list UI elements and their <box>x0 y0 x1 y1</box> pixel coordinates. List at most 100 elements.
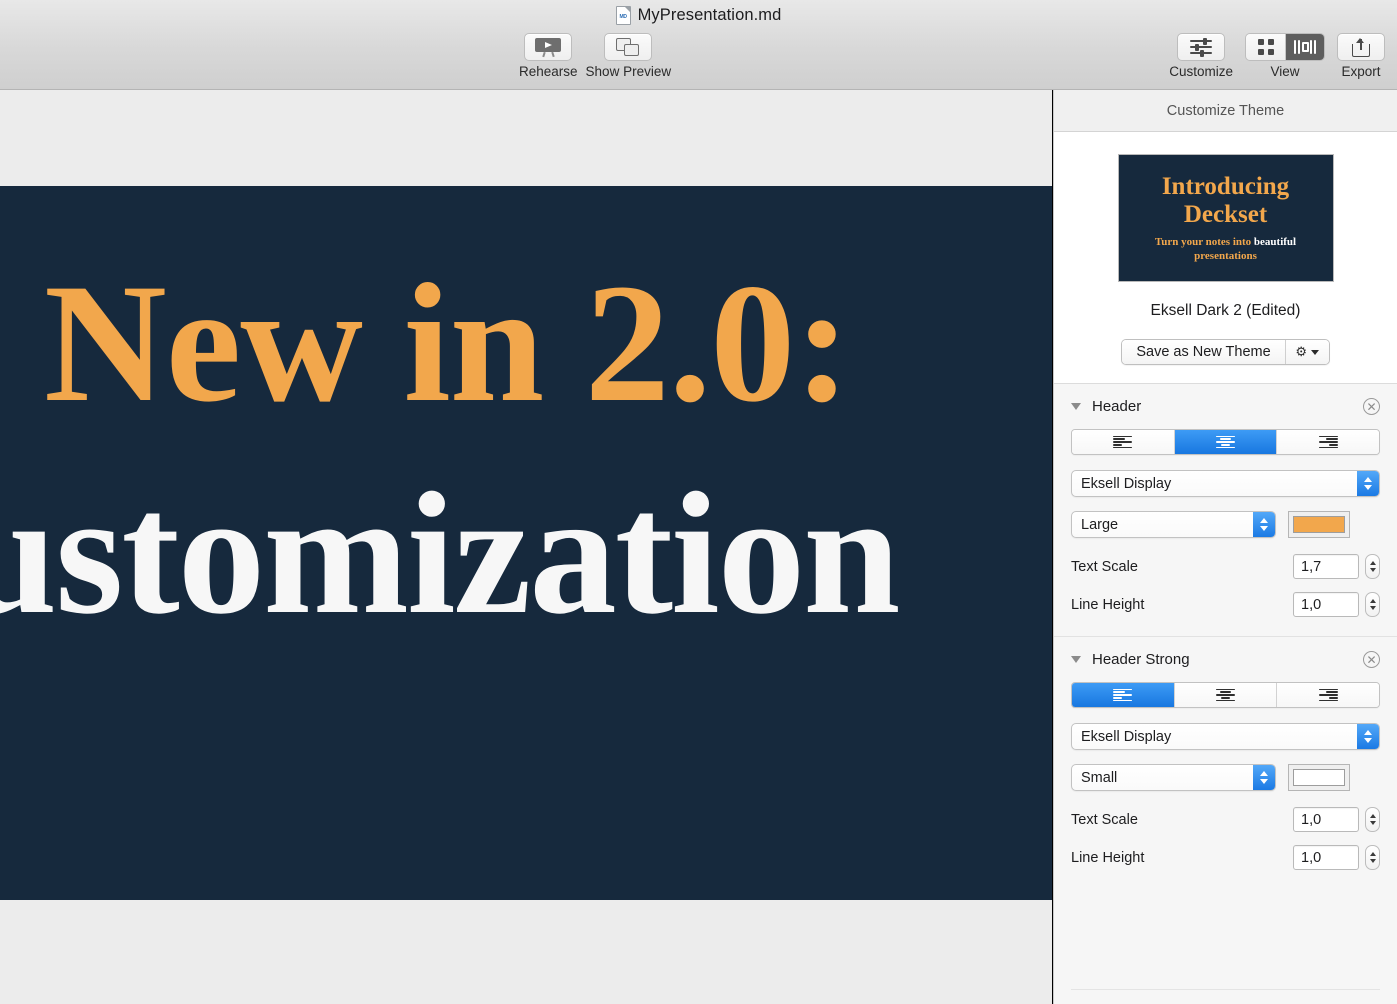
view-segment-slide[interactable] <box>1285 34 1324 60</box>
share-export-icon <box>1352 37 1370 57</box>
header-size-dropdown[interactable]: Large <box>1071 511 1276 538</box>
theme-thumbnail[interactable]: Introducing Deckset Turn your notes into… <box>1118 154 1334 282</box>
header-strong-alignment-control[interactable] <box>1071 682 1380 708</box>
header-line-height-input[interactable]: 1,0 <box>1293 592 1359 617</box>
theme-thumbnail-title: Introducing Deckset <box>1129 173 1323 229</box>
theme-options-button[interactable]: ⚙ <box>1285 340 1329 364</box>
title-bar: MD MyPresentation.md Rehearse <box>0 0 1397 90</box>
rehearse-button-face[interactable] <box>524 33 572 61</box>
align-center-button[interactable] <box>1174 430 1277 454</box>
rehearse-button-label: Rehearse <box>519 64 578 79</box>
header-strong-text-scale-row: Text Scale 1,0 <box>1071 807 1380 832</box>
header-text-scale-input[interactable]: 1,7 <box>1293 554 1359 579</box>
document-title-row: MD MyPresentation.md <box>0 6 1397 25</box>
header-line-height-stepper[interactable] <box>1365 592 1380 617</box>
align-center-button[interactable] <box>1174 683 1277 707</box>
align-right-button[interactable] <box>1276 430 1379 454</box>
theme-action-group: Save as New Theme ⚙ <box>1121 339 1329 365</box>
section-header-strong-title: Header Strong <box>1092 651 1190 668</box>
chevron-updown-icon[interactable] <box>1253 765 1275 790</box>
header-font-row: Eksell Display <box>1071 470 1380 497</box>
header-color-swatch[interactable] <box>1288 511 1350 538</box>
header-strong-font-row: Eksell Display <box>1071 723 1380 750</box>
align-left-button[interactable] <box>1072 683 1174 707</box>
align-right-button[interactable] <box>1276 683 1379 707</box>
app-window: MD MyPresentation.md Rehearse <box>0 0 1397 1004</box>
theme-summary: Introducing Deckset Turn your notes into… <box>1054 132 1397 384</box>
customize-theme-panel[interactable]: Customize Theme Introducing Deckset Turn… <box>1053 90 1397 1004</box>
triangle-down-icon[interactable] <box>1071 656 1081 663</box>
slide-view-icon <box>1294 40 1316 54</box>
close-circle-icon[interactable]: ✕ <box>1363 651 1380 668</box>
slide-preview-area[interactable]: New in 2.0: ustomization <box>0 90 1052 1004</box>
section-header-title: Header <box>1092 398 1141 415</box>
subtitle-highlight: beautiful <box>1254 236 1296 248</box>
panel-title: Customize Theme <box>1054 90 1397 132</box>
chevron-down-icon <box>1311 350 1319 355</box>
section-header-strong-head: Header Strong ✕ <box>1071 651 1380 668</box>
export-button-face[interactable] <box>1337 33 1385 61</box>
chevron-updown-icon[interactable] <box>1357 724 1379 749</box>
sliders-icon <box>1190 38 1212 56</box>
save-as-new-theme-button[interactable]: Save as New Theme <box>1122 340 1284 364</box>
markdown-file-icon-label: MD <box>619 14 626 20</box>
header-font-dropdown[interactable]: Eksell Display <box>1071 470 1380 497</box>
overlapping-windows-icon <box>616 38 640 57</box>
header-text-scale-row: Text Scale 1,7 <box>1071 554 1380 579</box>
export-button[interactable]: Export <box>1337 33 1385 79</box>
customize-button-face[interactable] <box>1177 33 1225 61</box>
header-line-height-row: Line Height 1,0 <box>1071 592 1380 617</box>
section-header: Header ✕ Eksell Display <box>1054 384 1397 636</box>
show-preview-button-label: Show Preview <box>586 64 672 79</box>
panel-bottom-divider <box>1071 989 1380 990</box>
show-preview-button[interactable]: Show Preview <box>586 33 672 79</box>
slide-heading-primary: New in 2.0: <box>44 258 850 428</box>
header-strong-font-value: Eksell Display <box>1072 729 1171 745</box>
header-strong-size-value: Small <box>1072 770 1117 786</box>
header-strong-font-dropdown[interactable]: Eksell Display <box>1071 723 1380 750</box>
chevron-updown-icon[interactable] <box>1357 471 1379 496</box>
grid-view-icon <box>1258 39 1274 55</box>
header-text-scale-label: Text Scale <box>1071 559 1138 575</box>
customize-button[interactable]: Customize <box>1169 33 1233 79</box>
align-right-icon <box>1319 689 1338 702</box>
close-circle-icon[interactable]: ✕ <box>1363 398 1380 415</box>
subtitle-part-1: Turn your notes into <box>1155 236 1254 248</box>
align-right-icon <box>1319 436 1338 449</box>
header-strong-text-scale-stepper[interactable] <box>1365 807 1380 832</box>
header-strong-color-swatch[interactable] <box>1288 764 1350 791</box>
align-center-icon <box>1216 689 1235 702</box>
chevron-updown-icon[interactable] <box>1253 512 1275 537</box>
header-size-value: Large <box>1072 517 1118 533</box>
header-strong-size-dropdown[interactable]: Small <box>1071 764 1276 791</box>
show-preview-button-face[interactable] <box>604 33 652 61</box>
header-strong-line-height-input[interactable]: 1,0 <box>1293 845 1359 870</box>
header-strong-text-scale-input[interactable]: 1,0 <box>1293 807 1359 832</box>
gear-icon: ⚙ <box>1295 344 1307 360</box>
view-control[interactable]: View <box>1245 33 1325 79</box>
view-segmented-control[interactable] <box>1245 33 1325 61</box>
header-strong-line-height-stepper[interactable] <box>1365 845 1380 870</box>
toolbar-right-group: Customize <box>1169 33 1385 79</box>
header-text-scale-stepper[interactable] <box>1365 554 1380 579</box>
align-left-icon <box>1113 689 1132 702</box>
header-strong-line-height-label: Line Height <box>1071 850 1144 866</box>
header-font-value: Eksell Display <box>1072 476 1171 492</box>
align-left-icon <box>1113 436 1132 449</box>
align-left-button[interactable] <box>1072 430 1174 454</box>
subtitle-part-2: presentations <box>1194 250 1257 262</box>
rehearse-button[interactable]: Rehearse <box>519 33 578 79</box>
header-line-height-label: Line Height <box>1071 597 1144 613</box>
customize-button-label: Customize <box>1169 64 1233 79</box>
slide-canvas[interactable]: New in 2.0: ustomization <box>0 186 1052 900</box>
view-control-label: View <box>1270 64 1299 79</box>
align-center-icon <box>1216 436 1235 449</box>
header-strong-size-row: Small <box>1071 764 1380 791</box>
toolbar-left-group: Rehearse Show Preview <box>519 33 671 79</box>
triangle-down-icon[interactable] <box>1071 403 1081 410</box>
header-strong-text-scale-label: Text Scale <box>1071 812 1138 828</box>
export-button-label: Export <box>1341 64 1380 79</box>
theme-thumbnail-subtitle: Turn your notes into beautiful presentat… <box>1129 236 1323 263</box>
header-alignment-control[interactable] <box>1071 429 1380 455</box>
view-segment-grid[interactable] <box>1246 34 1285 60</box>
